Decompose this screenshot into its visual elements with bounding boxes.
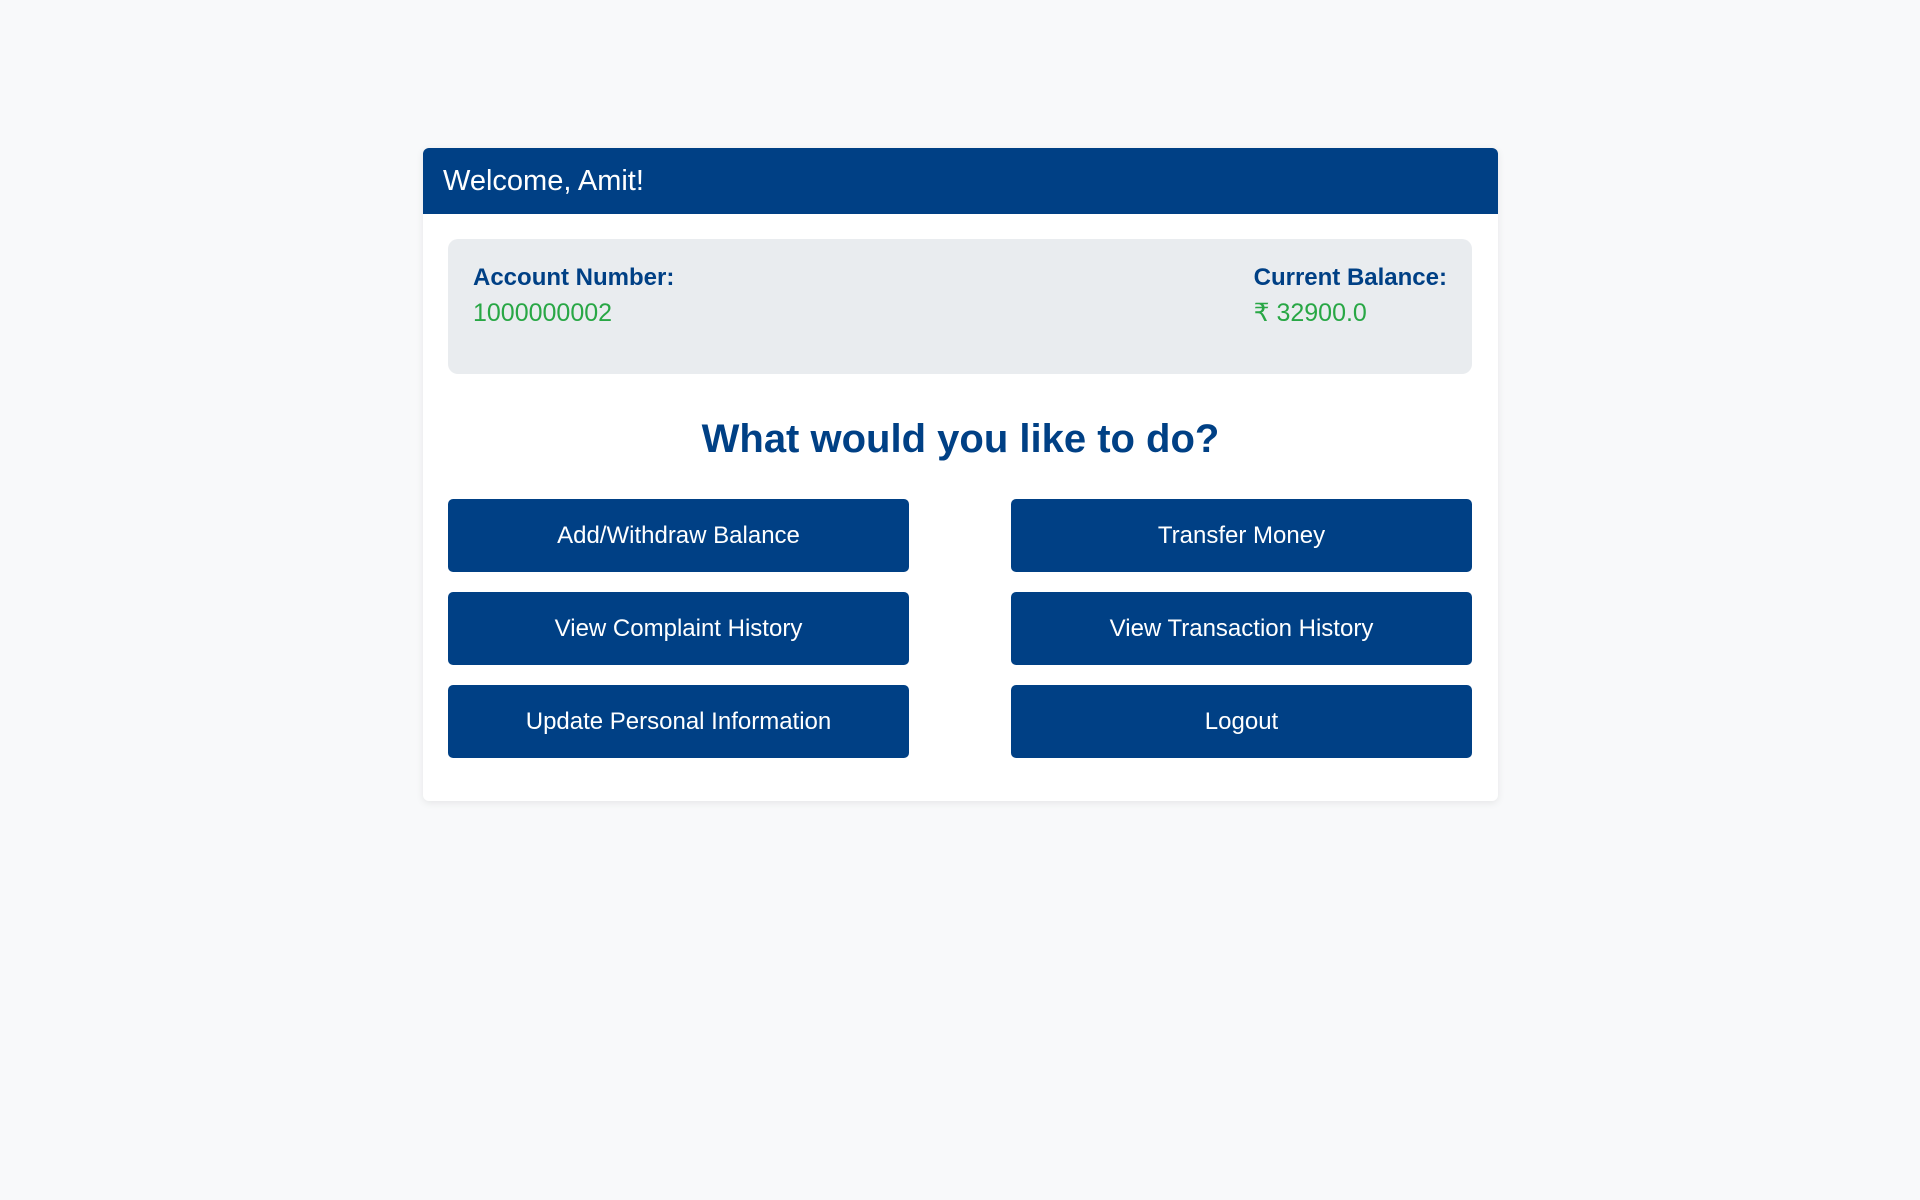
account-number-block: Account Number: 1000000002 xyxy=(473,263,674,350)
account-info-box: Account Number: 1000000002 Current Balan… xyxy=(448,239,1472,374)
view-complaint-history-button[interactable]: View Complaint History xyxy=(448,592,909,665)
add-withdraw-balance-button[interactable]: Add/Withdraw Balance xyxy=(448,499,909,572)
account-number-label: Account Number: xyxy=(473,264,675,291)
logout-button[interactable]: Logout xyxy=(1011,685,1472,758)
welcome-text: Welcome, Amit! xyxy=(443,164,644,197)
current-balance-block: Current Balance: ₹ 32900.0 xyxy=(1254,263,1447,350)
transfer-money-button[interactable]: Transfer Money xyxy=(1011,499,1472,572)
current-balance-label: Current Balance: xyxy=(1253,264,1447,291)
account-number-value: 1000000002 xyxy=(473,299,613,327)
dashboard-card: Welcome, Amit! Account Number: 100000000… xyxy=(423,148,1498,801)
welcome-header: Welcome, Amit! xyxy=(423,148,1498,214)
current-balance-value: ₹ 32900.0 xyxy=(1253,299,1367,327)
action-prompt-heading: What would you like to do? xyxy=(701,417,1220,461)
view-transaction-history-button[interactable]: View Transaction History xyxy=(1011,592,1472,665)
update-personal-information-button[interactable]: Update Personal Information xyxy=(448,685,909,758)
action-button-grid: Add/Withdraw Balance Transfer Money View… xyxy=(448,499,1472,758)
